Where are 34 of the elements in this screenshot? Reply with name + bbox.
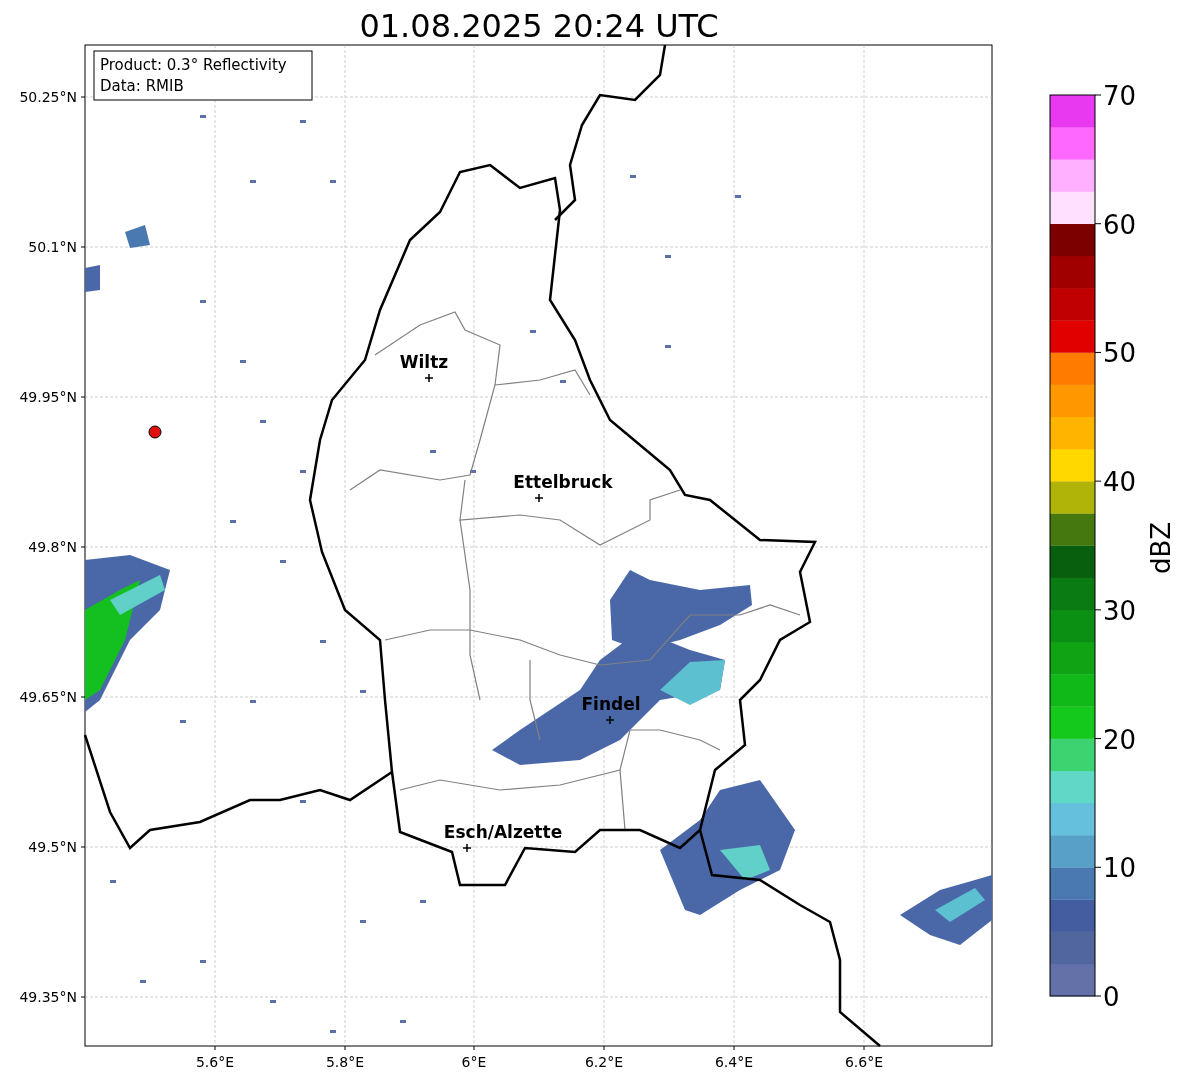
- colorbar-tick-label: 20: [1103, 724, 1137, 755]
- city-label: Ettelbruck: [513, 472, 613, 492]
- latitude-label: 50.25°N: [19, 89, 77, 105]
- city-marker-icon: [424, 373, 434, 383]
- colorbar-tick-label: 10: [1103, 853, 1137, 884]
- chart-title: 01.08.2025 20:24 UTC: [359, 7, 719, 45]
- colorbar-tick-label: 70: [1103, 81, 1137, 111]
- info-text: Data: RMIB: [100, 77, 184, 95]
- city-label: Esch/Alzette: [443, 822, 563, 842]
- colorbar-tick-label: 50: [1103, 338, 1137, 369]
- colorbar-tick-label: 30: [1103, 595, 1137, 626]
- longitude-label: 6°E: [461, 1054, 487, 1070]
- longitude-label: 5.6°E: [195, 1054, 235, 1070]
- latitude-label: 49.35°N: [19, 989, 77, 1005]
- city-label: Wiltz: [399, 352, 449, 372]
- city-marker-icon: [605, 715, 615, 725]
- city-marker-icon: [462, 843, 472, 853]
- info-text: Product: 0.3° Reflectivity: [100, 56, 287, 74]
- colorbar-label: dBZ: [1146, 521, 1176, 575]
- latitude-label: 49.95°N: [19, 389, 77, 405]
- longitude-label: 6.4°E: [714, 1054, 754, 1070]
- latitude-label: 49.5°N: [28, 839, 77, 855]
- colorbar-tick-label: 40: [1103, 467, 1137, 498]
- latitude-label: 49.8°N: [28, 539, 77, 555]
- radar-site-icon: [148, 425, 162, 439]
- colorbar-tick-label: 0: [1103, 982, 1120, 1012]
- latitude-label: 49.65°N: [19, 689, 77, 705]
- colorbar-tick-label: 60: [1103, 209, 1137, 240]
- latitude-label: 50.1°N: [28, 239, 77, 255]
- longitude-label: 6.2°E: [584, 1054, 624, 1070]
- longitude-label: 6.6°E: [844, 1054, 884, 1070]
- longitude-label: 5.8°E: [325, 1054, 365, 1070]
- city-label: Findel: [581, 694, 641, 714]
- city-marker-icon: [534, 493, 544, 503]
